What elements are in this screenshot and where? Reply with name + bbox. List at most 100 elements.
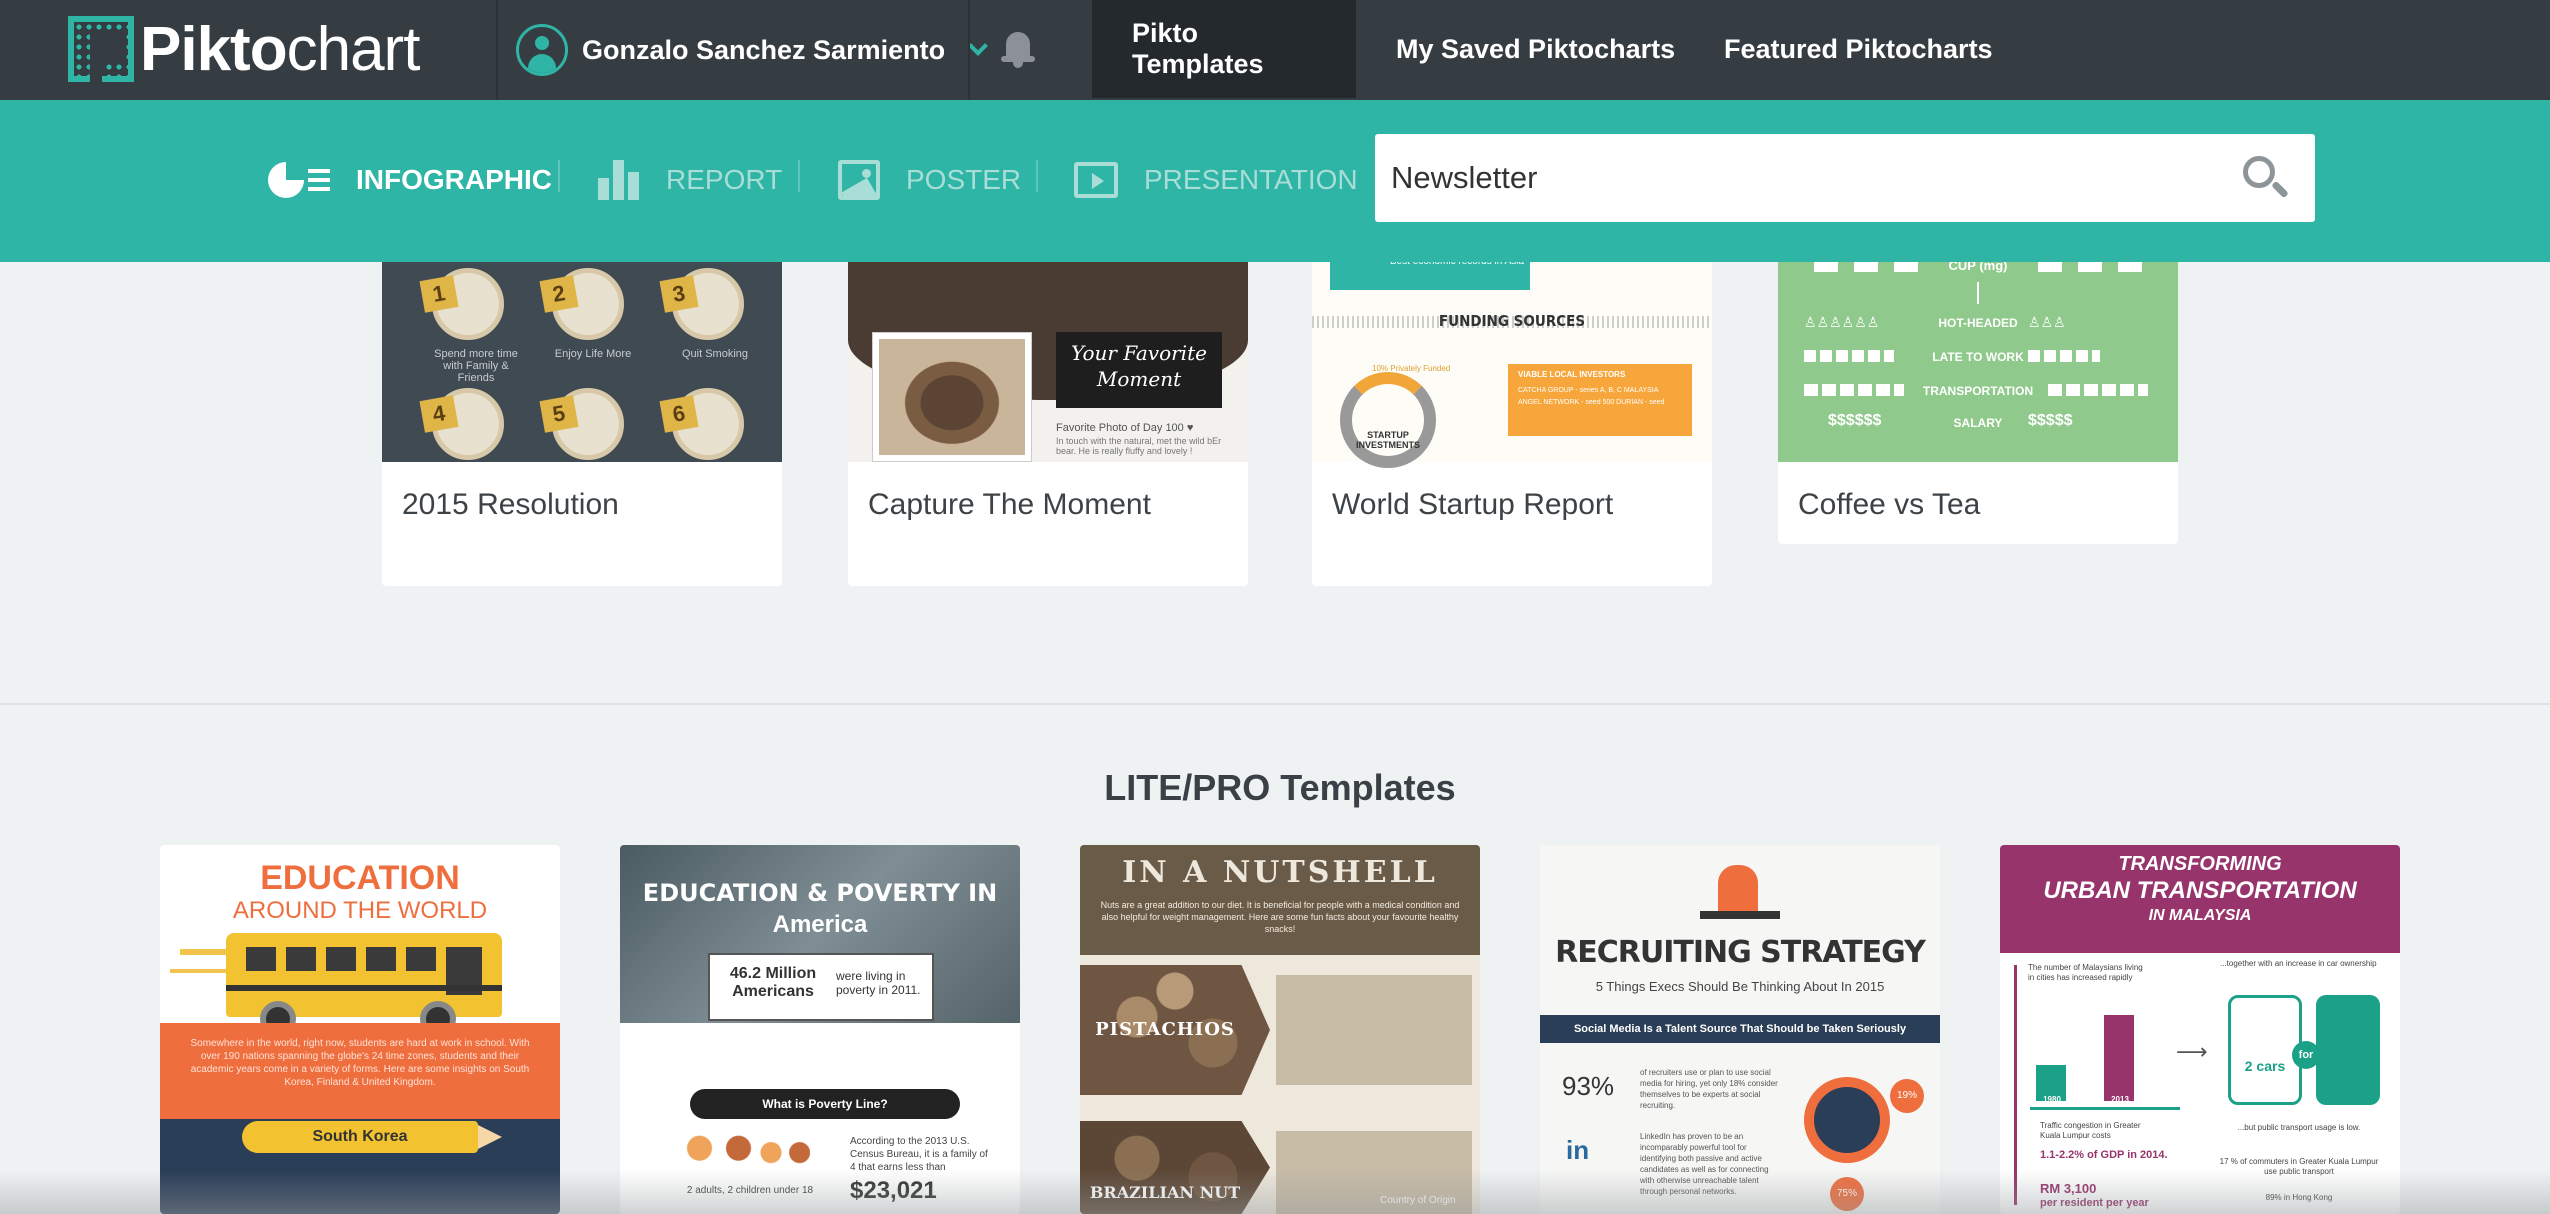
car-box: 2 cars — [2228, 995, 2302, 1105]
thumb-number: 3 — [659, 275, 699, 313]
template-card-in-a-nutshell[interactable]: IN A NUTSHELL Nuts are a great addition … — [1080, 845, 1480, 1214]
infographic-icon — [268, 162, 330, 198]
thumb-body: Somewhere in the world, right now, stude… — [160, 1023, 560, 1119]
thumb-linkedin-body: LinkedIn has proven to be an incomparabl… — [1640, 1132, 1769, 1196]
thumb-gdp: 1.1-2.2% of GDP in 2014. — [2040, 1149, 2168, 1161]
thumb-stat-box: 46.2 Million Americans were living in po… — [708, 953, 934, 1021]
thumb-title: EDUCATION & POVERTY IN — [642, 879, 998, 907]
bar-2013 — [2104, 1015, 2134, 1101]
thumb-title: IN A NUTSHELL — [1122, 855, 1438, 890]
thumb-bear-photo — [872, 332, 1032, 462]
thumb-subtitle: IN MALAYSIA — [2148, 907, 2252, 924]
nav-divider — [968, 0, 970, 100]
template-title: 2015 Resolution — [402, 488, 619, 521]
thumb-band: Social Media Is a Talent Source That Sho… — [1540, 1015, 1940, 1043]
thumb-title: TRANSFORMING — [2118, 853, 2282, 875]
thumb-amount: $23,021 — [850, 1177, 937, 1204]
pencil-label: South Korea — [242, 1121, 478, 1153]
top-navbar: Piktochart Gonzalo Sanchez Sarmiento Pik… — [0, 0, 2550, 100]
format-tab-report[interactable]: REPORT — [598, 150, 782, 210]
family-icon — [680, 1135, 810, 1179]
toolbar-divider — [1036, 160, 1038, 192]
format-tab-presentation[interactable]: PRESENTATION — [1074, 150, 1358, 210]
format-tab-infographic[interactable]: INFOGRAPHIC — [268, 150, 552, 210]
thumb-subtitle: AROUND THE WORLD — [232, 897, 488, 924]
user-avatar-icon — [516, 24, 568, 76]
nav-pikto-templates[interactable]: Pikto Templates — [1092, 0, 1356, 98]
thumb-subtitle: 5 Things Execs Should Be Thinking About … — [1595, 979, 1885, 994]
format-label: REPORT — [666, 164, 783, 195]
thumb-quote: Your Favorite Moment — [1056, 332, 1222, 408]
nav-my-saved-piktocharts[interactable]: My Saved Piktocharts — [1356, 0, 1715, 98]
template-card-education-around-the-world[interactable]: EDUCATION AROUND THE WORLD Somewhere in … — [160, 845, 560, 1214]
thumb-side-label: Country of Origin — [1380, 1195, 1456, 1206]
person-illustration-icon — [1718, 865, 1758, 915]
thumb-title: RECRUITING STRATEGY — [1555, 935, 1926, 970]
thumb-caption: 2 adults, 2 children under 18 — [686, 1185, 814, 1196]
poster-icon — [838, 160, 880, 200]
thumb-body: In touch with the natural, met the wild … — [1056, 436, 1222, 456]
thumb-note: The number of Malaysians living in citie… — [2028, 963, 2143, 982]
thumb-caption: Enjoy Life More — [554, 348, 632, 360]
year-label: 2013 — [2111, 1095, 2129, 1104]
thumb-subtitle: America — [772, 911, 868, 938]
thumb-note: 17 % of commuters in Greater Kuala Lumpu… — [2219, 1157, 2379, 1176]
template-title: World Startup Report — [1332, 488, 1614, 521]
template-card-education-and-poverty[interactable]: EDUCATION & POVERTY IN America 46.2 Mill… — [620, 845, 1020, 1214]
template-title: Coffee vs Tea — [1798, 488, 1981, 521]
thumb-pill: What is Poverty Line? — [690, 1089, 960, 1119]
arrow-right-icon: ⟶ — [2176, 1039, 2208, 1064]
thumb-caption: Favorite Photo of Day 100 ♥ — [1056, 422, 1194, 434]
thumb-number: 2 — [539, 275, 579, 313]
thumb-rm: RM 3,100 — [2040, 1181, 2097, 1196]
person-box-icon — [2316, 995, 2380, 1105]
thumb-title: URBAN TRANSPORTATION — [2043, 877, 2357, 904]
logo-mark-icon — [68, 16, 134, 82]
format-label: POSTER — [906, 164, 1022, 195]
section-divider — [0, 703, 2550, 705]
thumb-number: 4 — [419, 395, 459, 433]
thumb-note: 89% in Hong Kong — [2265, 1193, 2333, 1202]
thumb-nut-name: PISTACHIOS — [1095, 1019, 1235, 1040]
thumb-number: 1 — [419, 275, 459, 313]
thumb-row-label: SALARY — [1953, 416, 2003, 430]
thumb-nut-name: BRAZILIAN NUT — [1089, 1183, 1241, 1202]
thumb-caption: Spend more time with Family & Friends — [434, 348, 518, 384]
nav-divider — [496, 0, 498, 100]
piktochart-logo[interactable]: Piktochart — [68, 14, 420, 84]
template-card-recruiting-strategy[interactable]: RECRUITING STRATEGY 5 Things Execs Shoul… — [1540, 845, 1940, 1214]
notification-bell-icon[interactable] — [998, 28, 1038, 72]
phone-donut-icon — [1804, 1077, 1890, 1163]
search-input[interactable] — [1391, 134, 2231, 222]
thumb-intro: Nuts are a great addition to our diet. I… — [1100, 900, 1460, 934]
thumb-note: Traffic congestion in Greater Kuala Lump… — [2040, 1121, 2141, 1140]
thumb-row-label: LATE TO WORK — [1932, 350, 2024, 364]
thumb-note: ...together with an increase in car owne… — [2220, 959, 2377, 968]
chevron-down-icon — [968, 36, 988, 56]
linkedin-icon: in — [1566, 1135, 1590, 1165]
thumb-investor-box: VIABLE LOCAL INVESTORS CATCHA GROUP - se… — [1508, 364, 1692, 436]
thumb-per: per resident per year — [2040, 1197, 2149, 1209]
format-label: PRESENTATION — [1144, 164, 1358, 195]
thumb-pct: 75% — [1830, 1177, 1864, 1211]
template-card-transforming-urban-transportation[interactable]: TRANSFORMING URBAN TRANSPORTATION IN MAL… — [2000, 845, 2400, 1214]
presentation-icon — [1074, 162, 1118, 198]
logo-text: Piktochart — [140, 14, 420, 84]
toolbar-divider — [558, 160, 560, 192]
section-title-lite-pro: LITE/PRO Templates — [1104, 767, 1456, 808]
user-menu[interactable]: Gonzalo Sanchez Sarmiento — [516, 22, 988, 78]
format-label: INFOGRAPHIC — [356, 164, 552, 195]
thumb-donut — [1340, 372, 1436, 468]
nav-featured-piktocharts[interactable]: Featured Piktocharts — [1684, 0, 2033, 98]
thumb-number: 6 — [659, 395, 699, 433]
template-title: Capture The Moment — [868, 488, 1151, 521]
format-tab-poster[interactable]: POSTER — [838, 150, 1021, 210]
template-search-box — [1375, 134, 2315, 222]
year-label: 1980 — [2043, 1095, 2061, 1104]
thumb-number: 5 — [539, 395, 579, 433]
search-icon[interactable] — [2241, 154, 2289, 202]
thumb-stat: 93% — [1562, 1071, 1615, 1101]
thumb-pct: 19% — [1890, 1079, 1924, 1113]
thumb-note: ...but public transport usage is low. — [2237, 1123, 2361, 1132]
report-icon — [598, 160, 640, 200]
